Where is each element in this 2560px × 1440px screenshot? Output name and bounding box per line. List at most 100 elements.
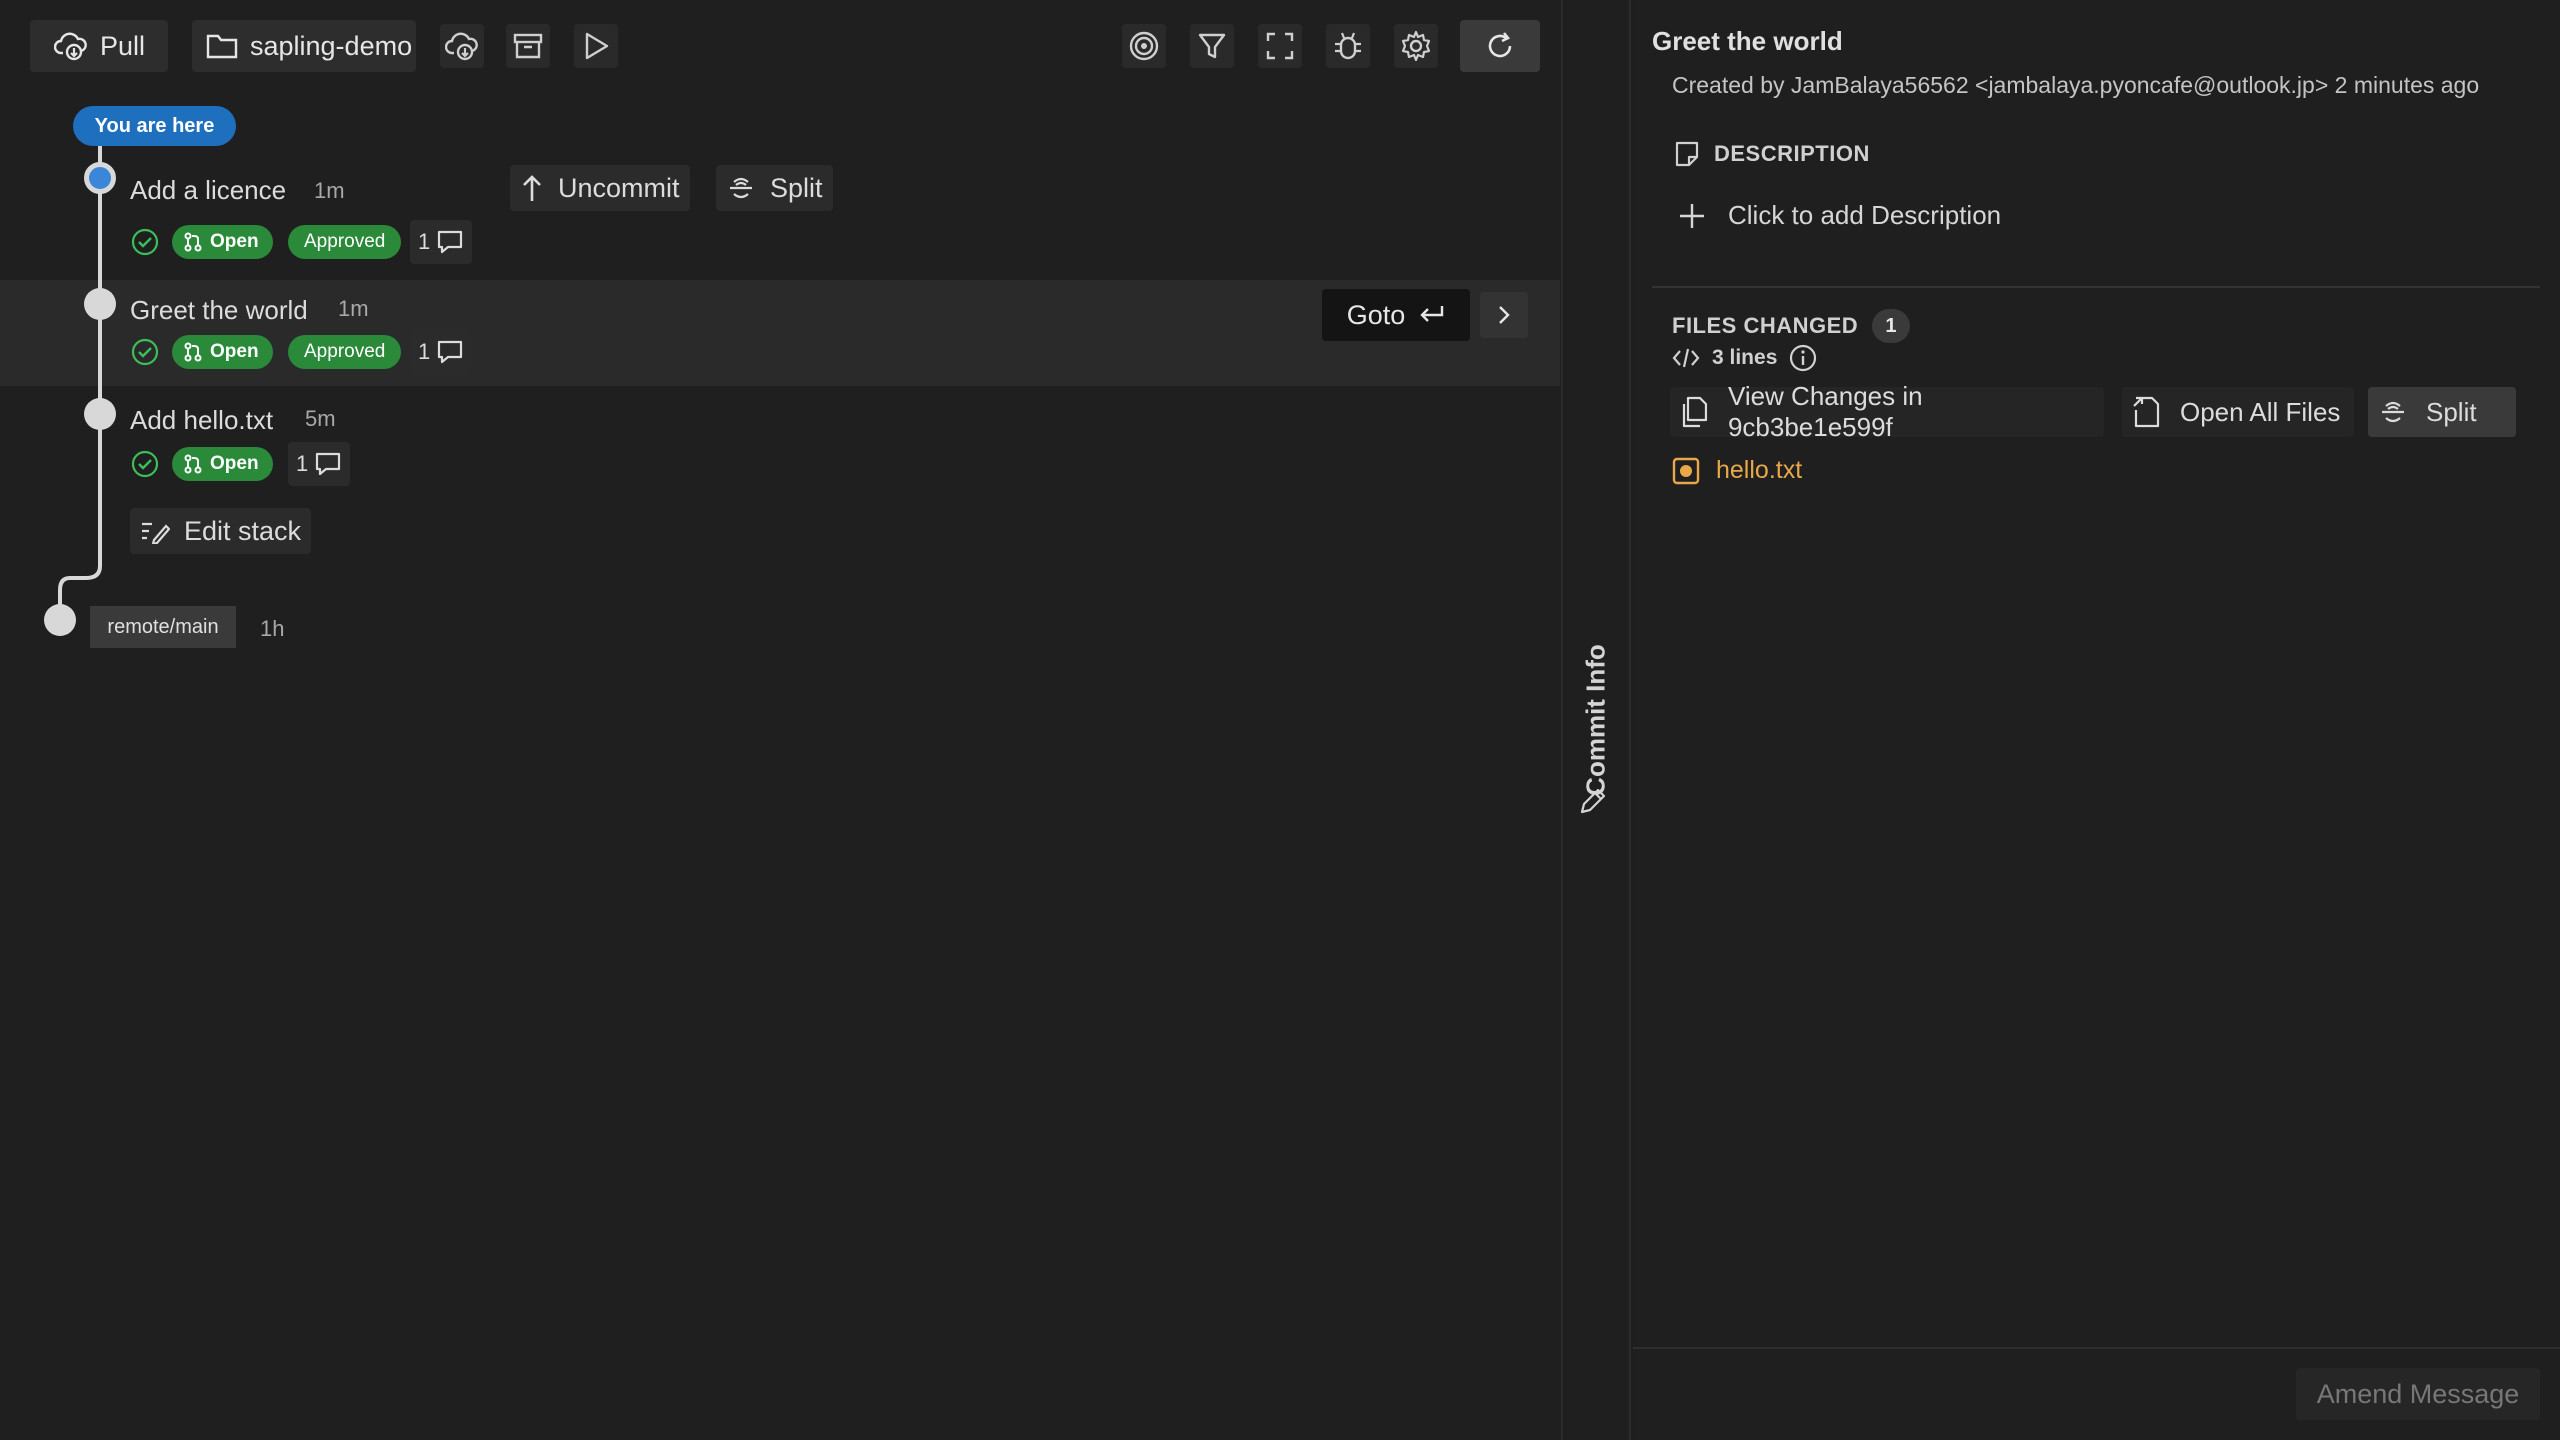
- comments-button[interactable]: 1: [410, 330, 473, 374]
- run-button[interactable]: [574, 24, 618, 68]
- pr-status-label: Open: [210, 231, 259, 252]
- commit-title[interactable]: Greet the world: [130, 295, 308, 326]
- open-all-files-button[interactable]: Open All Files: [2122, 387, 2354, 437]
- debug-button[interactable]: [1326, 24, 1370, 68]
- uncommit-button[interactable]: Uncommit: [510, 165, 690, 211]
- edit-stack-label: Edit stack: [184, 515, 302, 546]
- pull-request-icon: [184, 232, 202, 252]
- pr-status-label: Open: [210, 341, 259, 362]
- pr-status-badge[interactable]: Open: [172, 225, 273, 259]
- split-files-button[interactable]: Split: [2368, 387, 2516, 437]
- comment-count: 1: [418, 339, 431, 364]
- filter-button[interactable]: [1190, 24, 1234, 68]
- info-icon[interactable]: [1789, 344, 1817, 372]
- view-changes-button[interactable]: View Changes in 9cb3be1e599f: [1670, 381, 2104, 442]
- pencil-icon: [1580, 788, 1606, 814]
- goto-button[interactable]: Goto: [1322, 289, 1470, 341]
- comment-count: 1: [296, 451, 309, 476]
- files-changed-count: 1: [1872, 309, 1911, 343]
- check-circle-icon: [131, 450, 159, 478]
- review-status-badge: Approved: [288, 225, 402, 259]
- commit-title[interactable]: Add a licence: [130, 175, 286, 206]
- comments-button[interactable]: 1: [288, 442, 351, 486]
- comment-icon: [438, 340, 463, 364]
- go-to-file-icon: [2133, 396, 2160, 428]
- repo-label: sapling-demo: [250, 30, 413, 61]
- comment-icon: [438, 230, 463, 254]
- edit-stack-button[interactable]: Edit stack: [130, 508, 312, 554]
- archive-icon: [513, 33, 543, 59]
- remote-bookmark-tag[interactable]: remote/main: [90, 606, 236, 648]
- enter-icon: [1420, 306, 1444, 322]
- chevron-right-icon: [1499, 306, 1510, 324]
- commit-age: 5m: [305, 406, 336, 431]
- fullscreen-icon: [1266, 32, 1294, 60]
- split-button[interactable]: Split: [716, 165, 833, 211]
- you-are-here-badge: You are here: [73, 106, 236, 146]
- split-icon: [2382, 401, 2404, 423]
- commit-author-line: Created by JamBalaya56562 <jambalaya.pyo…: [1672, 72, 2480, 98]
- remote-age: 1h: [260, 616, 285, 641]
- add-description-button[interactable]: Click to add Description: [1678, 200, 2001, 231]
- check-circle-icon: [131, 228, 159, 256]
- edit-list-icon: [142, 522, 170, 544]
- footer-divider: [1633, 1347, 2560, 1349]
- cloud-sync-button[interactable]: [440, 24, 484, 68]
- commit-node[interactable]: [84, 398, 116, 430]
- focus-button[interactable]: [1122, 24, 1166, 68]
- cloud-download-icon: [445, 32, 478, 61]
- code-icon: [1672, 348, 1700, 368]
- comments-button[interactable]: 1: [410, 220, 473, 264]
- bug-icon: [1335, 32, 1361, 60]
- pull-button[interactable]: Pull: [30, 20, 168, 72]
- comment-count: 1: [418, 229, 431, 254]
- repo-button[interactable]: sapling-demo: [192, 20, 416, 72]
- target-icon: [1129, 31, 1159, 61]
- split-files-label: Split: [2426, 396, 2477, 427]
- pr-status-badge[interactable]: Open: [172, 447, 273, 481]
- remote-node[interactable]: [44, 604, 76, 636]
- open-details-button[interactable]: [1480, 292, 1528, 338]
- comment-icon: [316, 452, 341, 476]
- toolbar: Pull sapling-demo: [30, 20, 416, 72]
- changed-file-name: hello.txt: [1716, 456, 1803, 484]
- pr-status-label: Open: [210, 453, 259, 474]
- commit-age: 1m: [338, 296, 369, 321]
- pull-request-icon: [184, 454, 202, 474]
- files-changed-label: FILES CHANGED: [1672, 313, 1859, 338]
- description-header-label: DESCRIPTION: [1714, 141, 1870, 166]
- split-label: Split: [770, 172, 823, 203]
- gear-icon: [1401, 30, 1431, 62]
- files-changed-header: FILES CHANGED 1: [1672, 309, 1911, 343]
- refresh-icon: [1488, 32, 1512, 58]
- fullscreen-button[interactable]: [1258, 24, 1302, 68]
- pull-label: Pull: [100, 30, 146, 61]
- archive-button[interactable]: [506, 24, 550, 68]
- refresh-button[interactable]: [1460, 20, 1540, 72]
- run-icon: [585, 32, 609, 60]
- graph-edge: [98, 146, 102, 566]
- commit-node[interactable]: [84, 288, 116, 320]
- goto-label: Goto: [1346, 299, 1406, 330]
- uncommit-label: Uncommit: [558, 172, 680, 203]
- changed-file-row[interactable]: hello.txt: [1672, 456, 1802, 485]
- commit-title[interactable]: Add hello.txt: [130, 405, 273, 436]
- pull-request-icon: [184, 342, 202, 362]
- amend-message-button[interactable]: Amend Message: [2296, 1368, 2540, 1420]
- settings-button[interactable]: [1394, 24, 1438, 68]
- note-icon: [1675, 141, 1699, 167]
- view-changes-label: View Changes in 9cb3be1e599f: [1727, 381, 1923, 442]
- description-header: DESCRIPTION: [1674, 140, 1870, 168]
- section-divider: [1652, 286, 2540, 288]
- lines-changed-label: 3 lines: [1712, 346, 1778, 369]
- commit-age: 1m: [314, 178, 345, 203]
- plus-icon: [1680, 203, 1704, 228]
- commit-node-head[interactable]: [84, 162, 116, 194]
- lines-changed: 3 lines: [1672, 344, 1817, 372]
- cloud-download-icon: [54, 32, 87, 61]
- check-circle-icon: [131, 338, 159, 366]
- pr-status-badge[interactable]: Open: [172, 335, 273, 369]
- folder-icon: [206, 34, 238, 59]
- commit-info-title[interactable]: Greet the world: [1652, 26, 1843, 57]
- filter-icon: [1198, 33, 1226, 59]
